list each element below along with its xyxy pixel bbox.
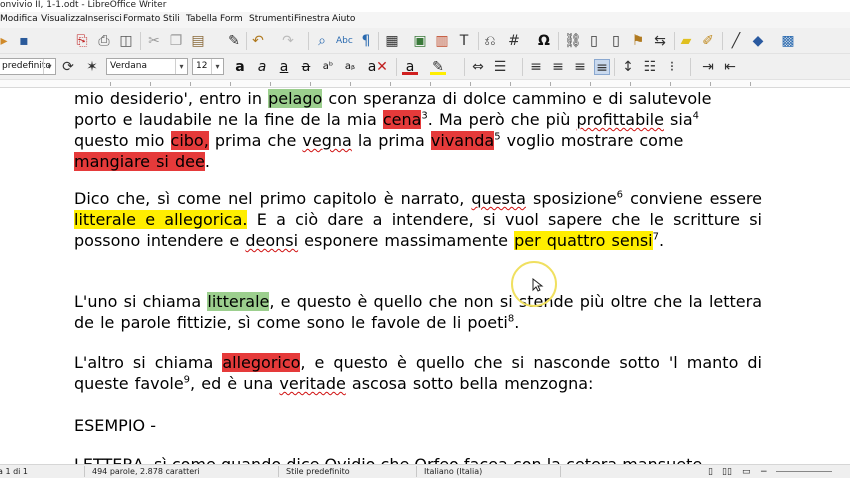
menu-tabella[interactable]: Tabella — [186, 14, 217, 24]
zoom-slider[interactable] — [776, 471, 832, 472]
language-indicator[interactable]: Italiano (Italia) — [424, 467, 482, 476]
update-style-icon[interactable]: ⟳ — [60, 59, 76, 75]
menu-visualizza[interactable]: Visualizza — [41, 14, 85, 24]
draw-functions-icon[interactable]: ▩ — [780, 33, 796, 49]
cut-icon[interactable]: ✂ — [146, 33, 162, 49]
bold-icon[interactable]: a — [232, 59, 248, 75]
document-page[interactable]: mio desiderio', entro in pelago con sper… — [0, 88, 850, 464]
redo-icon[interactable]: ↷ — [280, 33, 296, 49]
line-spacing-icon[interactable]: ↕ — [620, 59, 636, 75]
basic-shapes-icon[interactable]: ◆ — [750, 33, 766, 49]
export-pdf-icon[interactable]: ⎘ — [74, 33, 90, 49]
menu-modifica[interactable]: Modifica — [0, 14, 38, 24]
paragraph-5: LETTERA, sì come quando dice Ovidio che … — [74, 454, 762, 464]
align-right-icon[interactable]: ≡ — [572, 59, 588, 75]
find-replace-icon[interactable]: ⌕ — [314, 33, 330, 49]
insert-table-icon[interactable]: ▦ — [384, 33, 400, 49]
standard-toolbar: ▸ ▪ ⎘ ⎙ ◫ ✂ ❐ ▤ ✎ ↶ ↷ ⌕ Abc ¶ ▦ ▣ ▥ T ⎌ … — [0, 28, 850, 54]
print-preview-icon[interactable]: ◫ — [118, 33, 134, 49]
menu-bar: Modifica Visualizza Inserisci Formato St… — [0, 12, 850, 28]
page-break-icon[interactable]: ⎌ — [482, 33, 498, 49]
word-count[interactable]: 494 parole, 2.878 caratteri — [92, 467, 200, 476]
comment-icon[interactable]: ▰ — [678, 33, 694, 49]
chevron-down-icon: ▾ — [43, 59, 55, 74]
undo-icon[interactable]: ↶ — [250, 33, 266, 49]
menu-finestra[interactable]: Finestra — [294, 14, 330, 24]
font-color-icon[interactable]: a — [402, 59, 418, 75]
paragraph-3: L'altro si chiama allegorico, e questo è… — [74, 353, 763, 393]
copy-icon[interactable]: ❐ — [168, 33, 184, 49]
menu-formato[interactable]: Formato — [123, 14, 160, 24]
bookmark-icon[interactable]: ⚑ — [630, 33, 646, 49]
clear-formatting-icon[interactable]: ✕ — [374, 59, 390, 75]
strikethrough-icon[interactable]: a — [298, 59, 314, 75]
ordered-list-icon[interactable]: ⁝ — [664, 59, 680, 75]
status-bar: a 1 di 1 494 parole, 2.878 caratteri Sti… — [0, 464, 850, 478]
underline-icon[interactable]: a — [276, 59, 292, 75]
justify-icon[interactable]: ≡ — [594, 59, 610, 76]
menu-strumenti[interactable]: Strumenti — [249, 14, 294, 24]
window-title: onvivio II, 1-1.odt - LibreOffice Writer — [0, 0, 167, 10]
decrease-indent-icon[interactable]: ⇤ — [722, 59, 738, 75]
single-page-view-icon[interactable]: ▯ — [708, 467, 713, 477]
paragraph-0: mio desiderio', entro in pelago con sper… — [74, 89, 712, 171]
paste-icon[interactable]: ▤ — [190, 33, 206, 49]
italic-icon[interactable]: a — [254, 59, 270, 75]
subscript-icon[interactable]: aᵦ — [342, 59, 358, 75]
insert-image-icon[interactable]: ▣ — [412, 33, 428, 49]
insert-field-icon[interactable]: # — [506, 33, 522, 49]
unordered-list-icon[interactable]: ☷ — [642, 59, 658, 75]
font-name-value: Verdana — [110, 61, 147, 71]
paragraph-style-select[interactable]: predefinito ▾ — [0, 58, 56, 75]
menu-aiuto[interactable]: Aiuto — [332, 14, 355, 24]
chevron-down-icon: ▾ — [211, 59, 223, 74]
save-icon[interactable]: ▪ — [16, 33, 32, 49]
track-changes-icon[interactable]: ✐ — [700, 33, 716, 49]
mouse-pointer-icon — [532, 278, 544, 292]
align-center-icon[interactable]: ≡ — [550, 59, 566, 75]
menu-inserisci[interactable]: Inserisci — [85, 14, 122, 24]
multi-page-view-icon[interactable]: ▯▯ — [722, 467, 732, 477]
align-left-icon[interactable]: ≡ — [528, 59, 544, 75]
font-size-value: 12 — [196, 61, 208, 71]
bullets-icon[interactable]: ☰ — [492, 59, 508, 75]
new-style-icon[interactable]: ✶ — [84, 59, 100, 75]
cross-reference-icon[interactable]: ⇆ — [652, 33, 668, 49]
highlighting-color-icon[interactable]: ✎ — [430, 59, 446, 75]
endnote-icon[interactable]: ▯ — [608, 33, 624, 49]
print-icon[interactable]: ⎙ — [96, 33, 112, 49]
page-indicator[interactable]: a 1 di 1 — [0, 467, 28, 476]
open-icon[interactable]: ▸ — [0, 33, 12, 49]
page-style[interactable]: Stile predefinito — [286, 467, 350, 476]
paragraph-1: Dico che, sì come nel primo capitolo è n… — [74, 189, 763, 250]
font-name-select[interactable]: Verdana ▾ — [106, 58, 188, 75]
hyperlink-icon[interactable]: ⛓ — [564, 33, 582, 49]
horizontal-ruler[interactable] — [0, 80, 850, 88]
menu-stili[interactable]: Stili — [163, 14, 180, 24]
chevron-down-icon: ▾ — [175, 59, 187, 74]
character-spacing-icon[interactable]: ⇔ — [470, 59, 486, 75]
book-view-icon[interactable]: ▭ — [742, 467, 751, 477]
formatting-toolbar: predefinito ▾ ⟳ ✶ Verdana ▾ 12 ▾ a a a a… — [0, 54, 850, 80]
line-icon[interactable]: ╱ — [728, 33, 744, 49]
insert-textbox-icon[interactable]: T — [456, 33, 472, 49]
font-size-select[interactable]: 12 ▾ — [192, 58, 224, 75]
zoom-out-icon[interactable]: − — [760, 467, 768, 477]
special-character-icon[interactable]: Ω — [536, 33, 552, 49]
superscript-icon[interactable]: aᵇ — [320, 59, 336, 75]
increase-indent-icon[interactable]: ⇥ — [700, 59, 716, 75]
paragraph-4: ESEMPIO - — [74, 416, 156, 435]
title-bar: onvivio II, 1-1.odt - LibreOffice Writer — [0, 0, 850, 12]
insert-chart-icon[interactable]: ▥ — [434, 33, 450, 49]
formatting-marks-icon[interactable]: ¶ — [358, 33, 374, 49]
spelling-icon[interactable]: Abc — [336, 33, 353, 49]
clone-formatting-icon[interactable]: ✎ — [226, 33, 242, 49]
menu-form[interactable]: Form — [220, 14, 243, 24]
footnote-icon[interactable]: ▯ — [586, 33, 602, 49]
paragraph-2: L'uno si chiama litterale, e questo è qu… — [74, 292, 763, 332]
